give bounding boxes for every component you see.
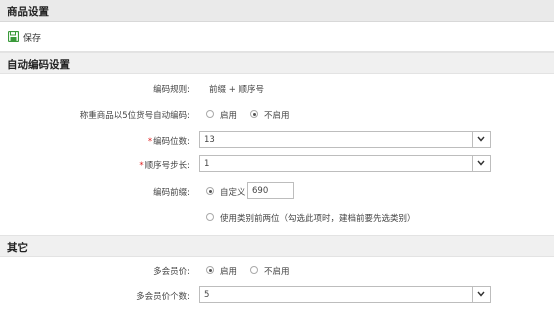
step-select[interactable]: 1 bbox=[199, 155, 491, 172]
member-price-enable-label: 启用 bbox=[220, 267, 238, 277]
member-price-label: 多会员价: bbox=[153, 267, 190, 277]
required-marker: * bbox=[139, 161, 144, 171]
member-price-disable-radio[interactable] bbox=[250, 266, 258, 274]
toolbar: 保存 bbox=[0, 22, 554, 52]
rule-label: 编码规则: bbox=[153, 85, 190, 95]
rule-value: 前缀 + 顺序号 bbox=[209, 85, 265, 95]
section-auto-code: 自动编码设置 bbox=[0, 52, 554, 74]
prefix-category-radio[interactable] bbox=[206, 213, 214, 221]
required-marker: * bbox=[147, 137, 153, 147]
prefix-custom-radio[interactable] bbox=[206, 187, 214, 195]
member-price-count-value: 5 bbox=[204, 290, 210, 300]
section-title-other: 其它 bbox=[7, 242, 28, 254]
step-value: 1 bbox=[204, 159, 210, 169]
step-label: *顺序号步长: bbox=[139, 161, 190, 171]
prefix-label: 编码前缀: bbox=[153, 188, 190, 198]
digits-select[interactable]: 13 bbox=[199, 131, 491, 148]
weighing-label: 称重商品以5位货号自动编码: bbox=[79, 111, 190, 121]
page-header: 商品设置 bbox=[0, 0, 554, 22]
page-title: 商品设置 bbox=[7, 6, 49, 18]
save-icon bbox=[8, 31, 19, 42]
weighing-enable-label: 启用 bbox=[220, 111, 238, 121]
section-title-auto-code: 自动编码设置 bbox=[7, 59, 70, 71]
digits-value: 13 bbox=[204, 135, 215, 145]
weighing-disable-label: 不启用 bbox=[264, 111, 290, 121]
section-other: 其它 bbox=[0, 235, 554, 257]
weighing-enable-radio[interactable] bbox=[206, 110, 214, 118]
prefix-category-label: 使用类别前两位（勾选此项时，建档前要先选类别） bbox=[220, 214, 416, 224]
chevron-down-icon[interactable] bbox=[472, 287, 490, 302]
chevron-down-icon[interactable] bbox=[472, 156, 490, 171]
prefix-custom-value: 690 bbox=[252, 186, 269, 196]
weighing-disable-radio[interactable] bbox=[250, 110, 258, 118]
member-price-count-select[interactable]: 5 bbox=[199, 286, 491, 303]
member-price-enable-radio[interactable] bbox=[206, 266, 214, 274]
save-label: 保存 bbox=[23, 34, 42, 44]
chevron-down-icon[interactable] bbox=[472, 132, 490, 147]
prefix-custom-input[interactable]: 690 bbox=[247, 182, 294, 199]
member-price-disable-label: 不启用 bbox=[264, 267, 290, 277]
digits-label: *编码位数: bbox=[147, 137, 190, 147]
member-price-count-label: 多会员价个数: bbox=[136, 292, 190, 302]
prefix-custom-label: 自定义 bbox=[220, 188, 246, 198]
